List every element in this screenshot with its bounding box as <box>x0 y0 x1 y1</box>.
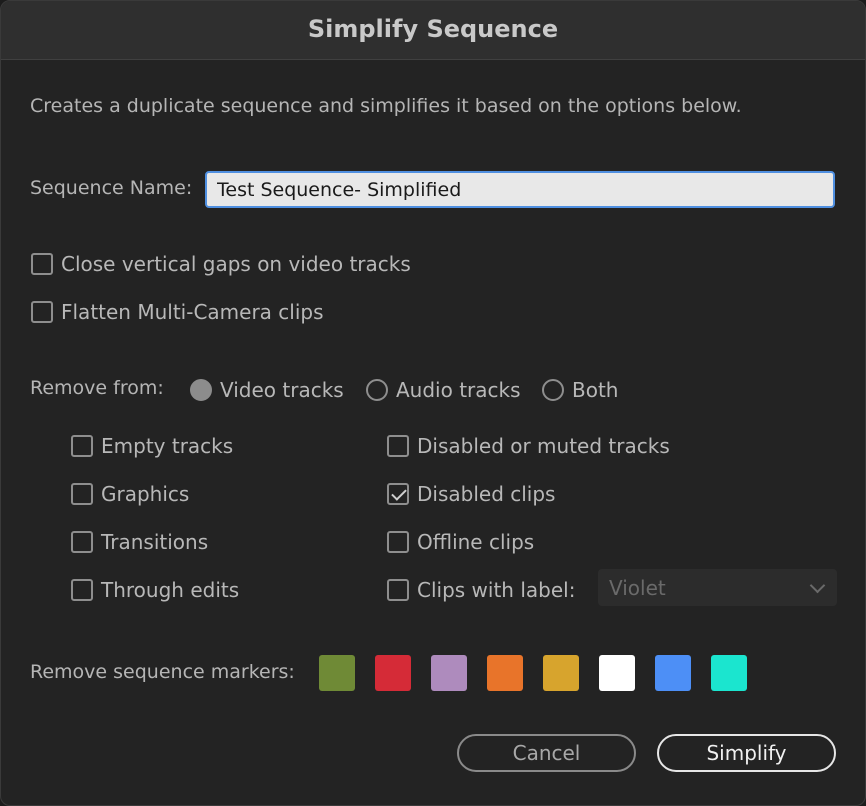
remove-from-label: Remove from: <box>30 377 164 399</box>
marker-swatch-orange[interactable] <box>487 655 523 691</box>
empty-tracks-checkbox[interactable]: Empty tracks <box>71 434 233 458</box>
radio-label: Both <box>572 378 619 402</box>
simplify-button[interactable]: Simplify <box>657 734 836 772</box>
radio-circle[interactable] <box>366 379 388 401</box>
checkbox-box[interactable] <box>31 253 53 275</box>
checkbox-label: Empty tracks <box>101 434 234 458</box>
radio-label: Video tracks <box>220 378 344 402</box>
checkbox-box[interactable] <box>387 435 409 457</box>
radio-circle[interactable] <box>190 379 212 401</box>
checkbox-label: Through edits <box>101 578 240 602</box>
checkbox-box[interactable] <box>387 579 409 601</box>
cancel-button[interactable]: Cancel <box>457 734 636 772</box>
checkbox-label: Flatten Multi-Camera clips <box>61 300 324 324</box>
checkbox-box[interactable] <box>31 301 53 323</box>
dialog-description: Creates a duplicate sequence and simplif… <box>30 95 742 117</box>
dialog-titlebar[interactable]: Simplify Sequence <box>1 1 865 60</box>
radio-label: Audio tracks <box>396 378 521 402</box>
sequence-name-input[interactable] <box>205 171 835 208</box>
marker-swatch-green[interactable] <box>319 655 355 691</box>
marker-swatch-blue[interactable] <box>655 655 691 691</box>
checkbox-label: Graphics <box>101 482 190 506</box>
dialog-title: Simplify Sequence <box>307 15 559 43</box>
radio-circle[interactable] <box>542 379 564 401</box>
sequence-name-label: Sequence Name: <box>30 177 193 199</box>
disabled-muted-tracks-checkbox[interactable]: Disabled or muted tracks <box>387 434 670 458</box>
clips-with-label-checkbox[interactable]: Clips with label: <box>387 578 575 602</box>
checkbox-box[interactable] <box>387 483 409 505</box>
checkbox-box[interactable] <box>71 579 93 601</box>
checkbox-label: Close vertical gaps on video tracks <box>61 252 411 276</box>
flatten-multicam-checkbox[interactable]: Flatten Multi-Camera clips <box>31 300 324 324</box>
disabled-clips-checkbox[interactable]: Disabled clips <box>387 482 555 506</box>
checkbox-box[interactable] <box>71 483 93 505</box>
checkbox-box[interactable] <box>387 531 409 553</box>
radio-video-tracks[interactable]: Video tracks <box>190 378 344 402</box>
label-color-select[interactable]: Violet <box>598 569 837 606</box>
marker-swatch-purple[interactable] <box>431 655 467 691</box>
checkbox-label: Transitions <box>101 530 209 554</box>
checkbox-box[interactable] <box>71 435 93 457</box>
close-vertical-gaps-checkbox[interactable]: Close vertical gaps on video tracks <box>31 252 411 276</box>
checkbox-label: Clips with label: <box>417 578 576 602</box>
remove-markers-label: Remove sequence markers: <box>30 661 295 683</box>
checkbox-box[interactable] <box>71 531 93 553</box>
chevron-down-icon <box>809 577 826 594</box>
radio-both[interactable]: Both <box>542 378 618 402</box>
checkbox-label: Disabled clips <box>417 482 556 506</box>
marker-swatch-white[interactable] <box>599 655 635 691</box>
marker-swatch-cyan[interactable] <box>711 655 747 691</box>
checkbox-label: Disabled or muted tracks <box>417 434 670 458</box>
label-color-select-value: Violet <box>609 576 666 600</box>
checkbox-label: Offline clips <box>417 530 535 554</box>
offline-clips-checkbox[interactable]: Offline clips <box>387 530 534 554</box>
radio-audio-tracks[interactable]: Audio tracks <box>366 378 521 402</box>
through-edits-checkbox[interactable]: Through edits <box>71 578 239 602</box>
graphics-checkbox[interactable]: Graphics <box>71 482 189 506</box>
marker-swatch-red[interactable] <box>375 655 411 691</box>
transitions-checkbox[interactable]: Transitions <box>71 530 208 554</box>
marker-swatch-yellow[interactable] <box>543 655 579 691</box>
simplify-sequence-dialog: Simplify Sequence Creates a duplicate se… <box>0 0 866 806</box>
